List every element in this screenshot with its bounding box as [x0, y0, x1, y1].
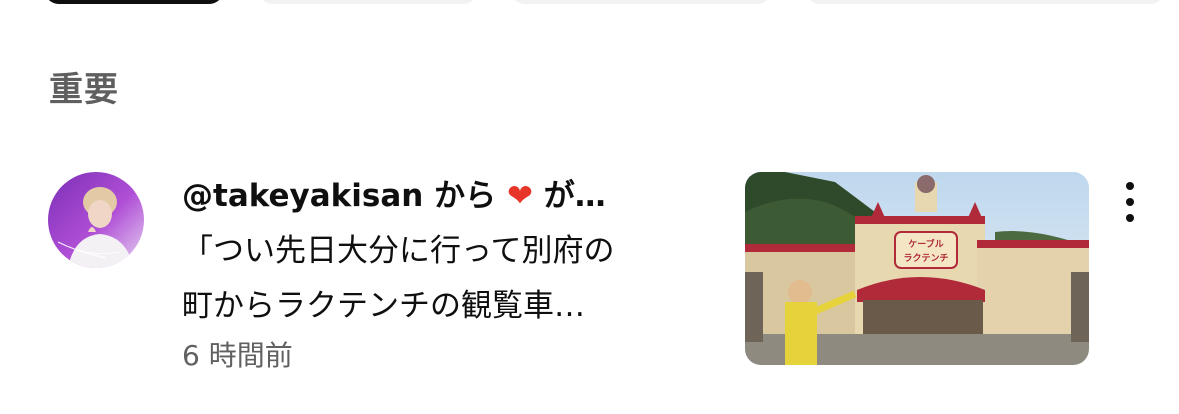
notification-body-line-2: 町からラクテンチの観覧車…	[182, 288, 585, 324]
thumbnail-sign-line-1: ケーブル	[908, 238, 943, 250]
more-options-icon[interactable]	[1115, 182, 1145, 222]
header-from: から	[434, 178, 497, 214]
notification-timestamp: 6 時間前	[182, 339, 293, 372]
video-thumbnail[interactable]: ケーブル ラクテンチ	[745, 172, 1089, 365]
filter-chip-row	[0, 0, 1179, 4]
notification-header: @takeyakisan から ❤ が…	[182, 168, 722, 224]
header-suffix: が…	[543, 178, 606, 214]
filter-chip-selected[interactable]	[44, 0, 224, 4]
filter-chip[interactable]	[805, 0, 1165, 4]
red-heart-icon: ❤	[506, 178, 533, 214]
notification-body: 「つい先日大分に行って別府の 町からラクテンチの観覧車…	[182, 224, 722, 334]
filter-chip[interactable]	[258, 0, 478, 4]
thumbnail-sign-line-2: ラクテンチ	[903, 253, 948, 264]
user-handle: @takeyakisan	[182, 178, 424, 214]
notification-text: @takeyakisan から ❤ が… 「つい先日大分に行って別府の 町からラク…	[182, 168, 722, 378]
notification-item[interactable]: @takeyakisan から ❤ が… 「つい先日大分に行って別府の 町からラク…	[0, 168, 1179, 372]
avatar[interactable]	[48, 172, 144, 268]
filter-chip[interactable]	[510, 0, 772, 4]
notification-body-line-1: 「つい先日大分に行って別府の	[182, 233, 615, 269]
section-title: 重要	[49, 70, 119, 110]
